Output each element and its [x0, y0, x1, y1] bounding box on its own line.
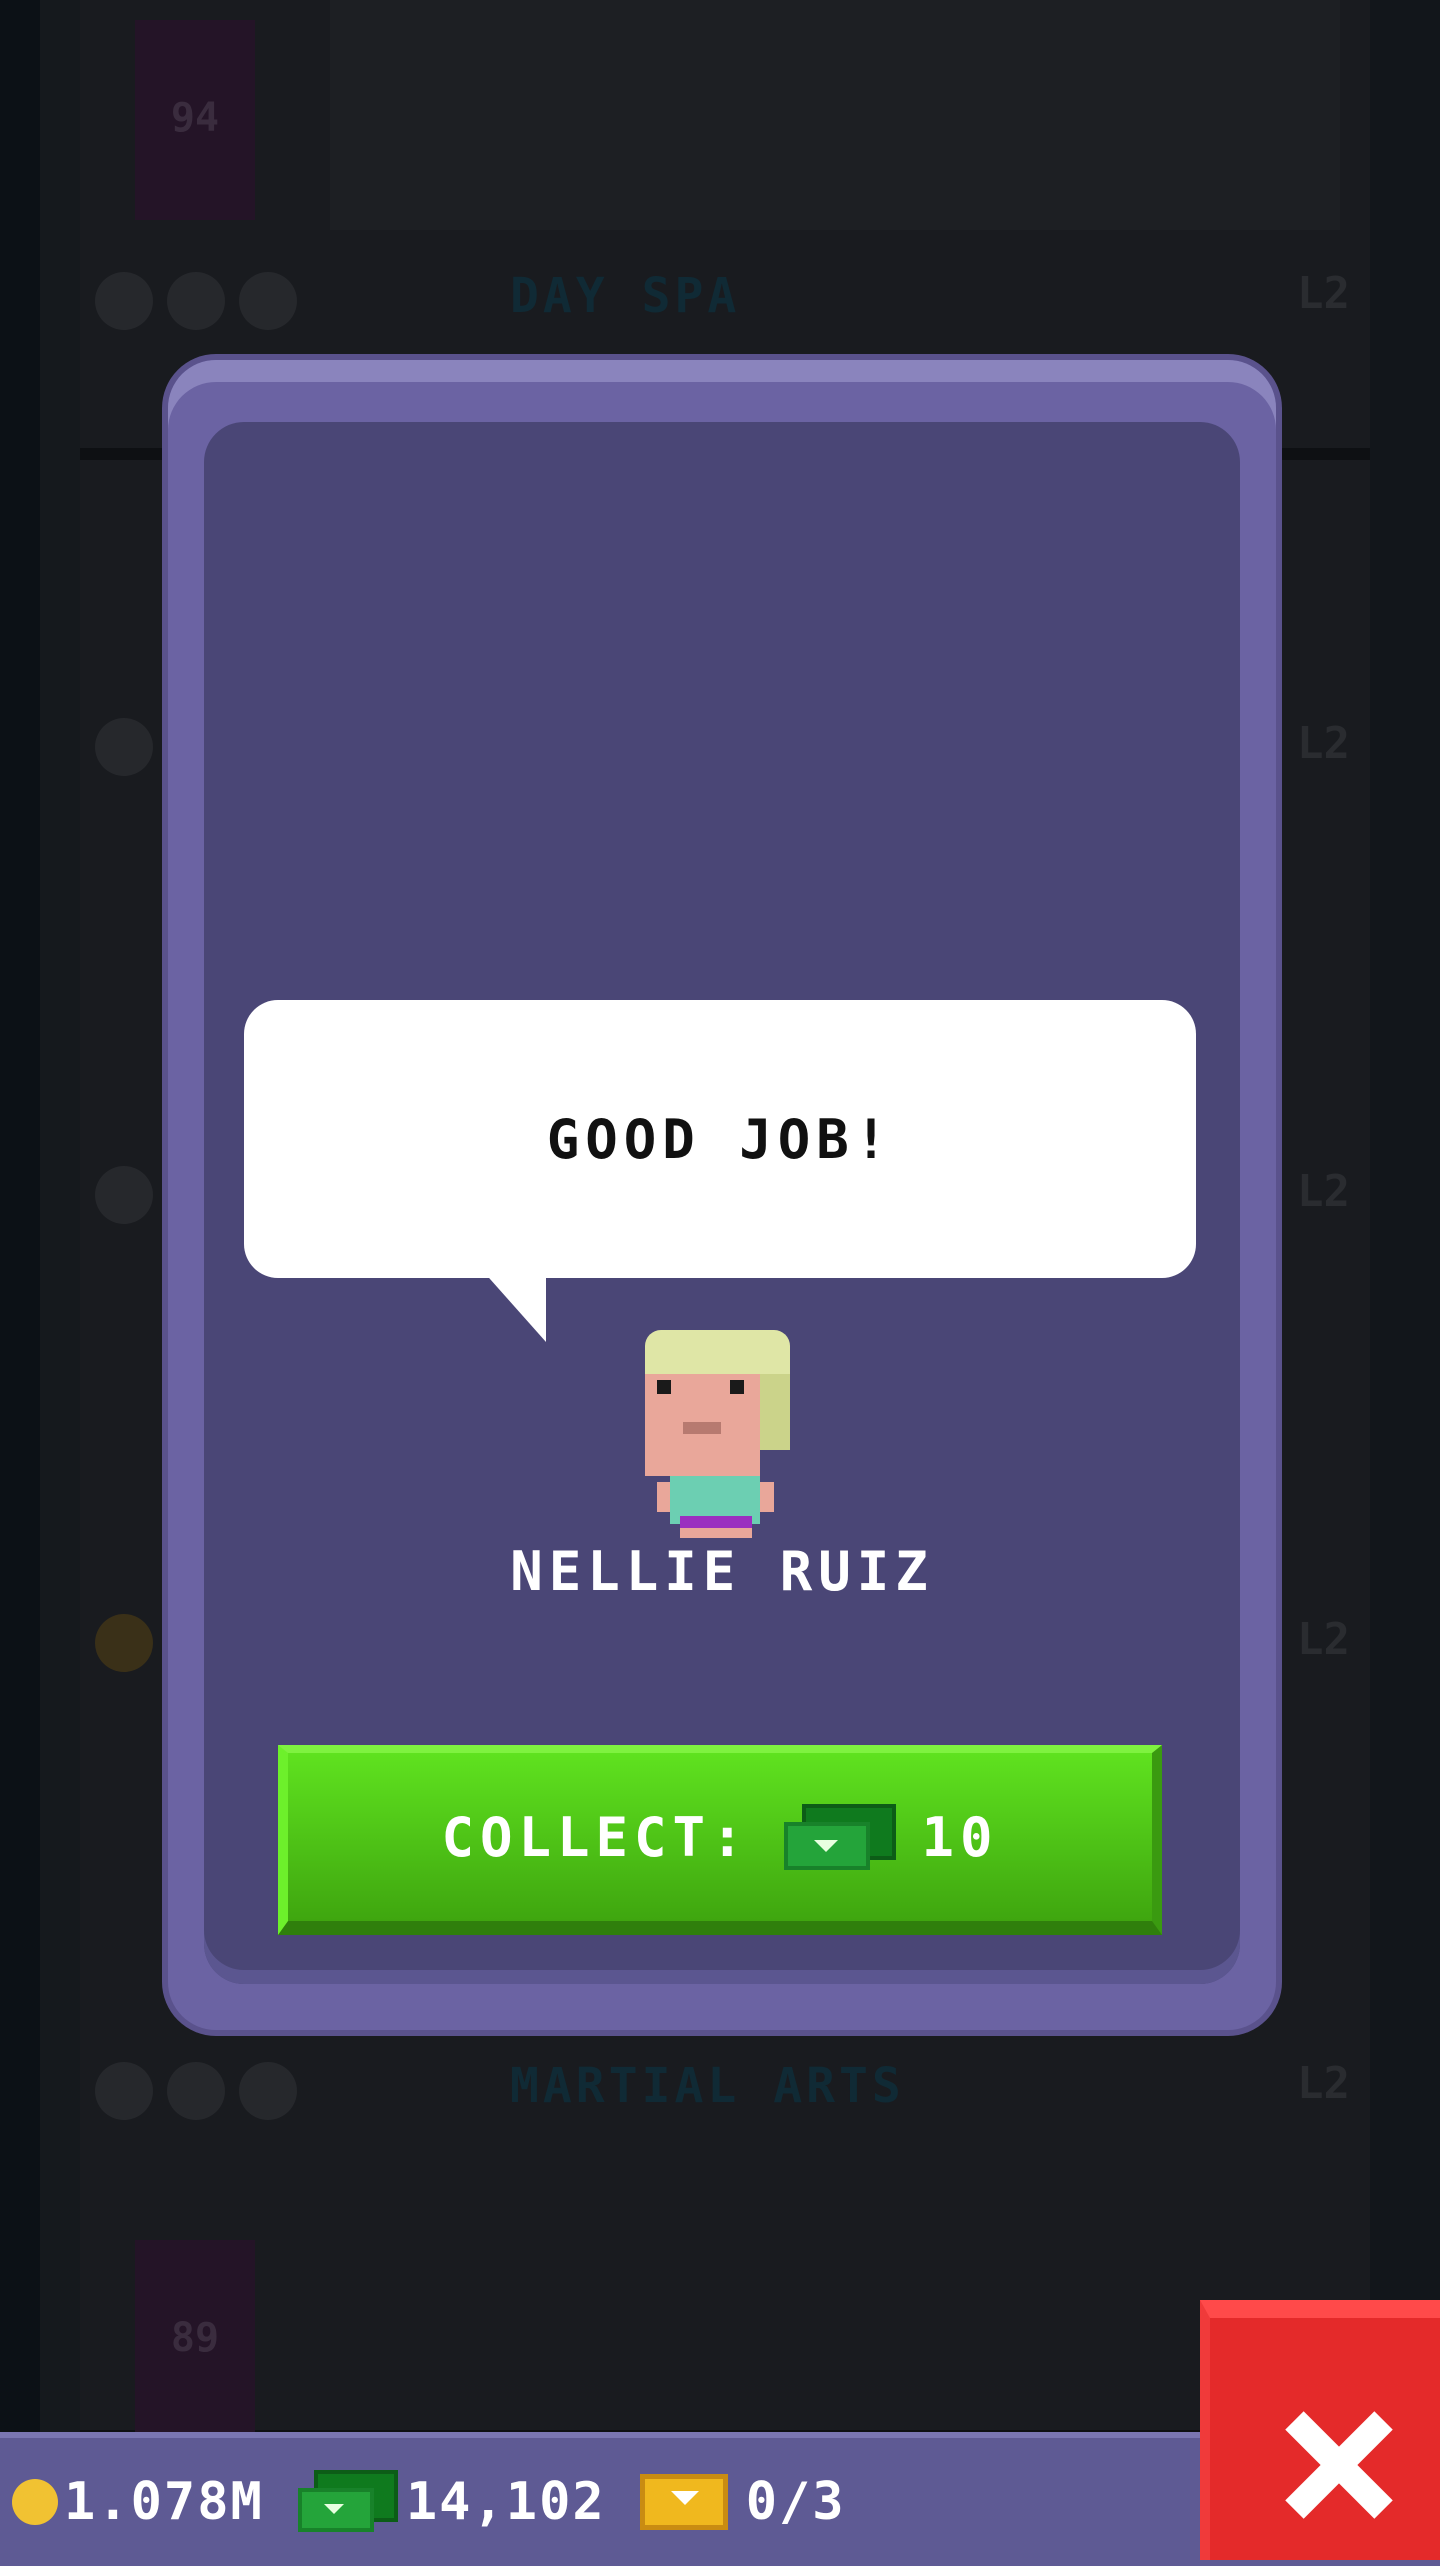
coins-value: 1.078M — [64, 2472, 264, 2532]
floor-stars — [95, 1166, 153, 1224]
star-icon — [167, 2062, 225, 2120]
bux-icon — [783, 1804, 896, 1870]
floor-level: L2 — [1297, 1614, 1350, 1665]
floor-stars — [95, 718, 153, 776]
floor-stars — [95, 272, 297, 330]
floor-level: L2 — [1297, 1166, 1350, 1217]
collect-amount: 10 — [921, 1805, 999, 1869]
collect-button[interactable]: COLLECT: 10 — [278, 1745, 1162, 1935]
floor-name: MARTIAL ARTS — [510, 2058, 905, 2114]
floor-number: 89 — [170, 2315, 220, 2361]
close-icon — [1282, 2410, 1392, 2520]
elevator-shaft — [0, 0, 80, 2560]
star-icon — [167, 272, 225, 330]
bux-icon — [297, 2470, 398, 2534]
coin-icon — [12, 2479, 58, 2525]
coins-stat: 1.078M — [0, 2472, 264, 2532]
star-icon — [95, 272, 153, 330]
speech-text: GOOD JOB! — [546, 1107, 894, 1171]
floor-stars — [95, 1614, 153, 1672]
right-shaft — [1370, 0, 1440, 2560]
bux-stat: 14,102 — [297, 2470, 606, 2534]
floor-room — [330, 0, 1340, 230]
ticket-icon — [639, 2474, 728, 2530]
star-icon — [95, 2062, 153, 2120]
collect-label: COLLECT: — [441, 1805, 750, 1869]
floor-stars — [95, 2062, 297, 2120]
tickets-value: 0/3 — [745, 2472, 846, 2532]
star-icon — [95, 718, 153, 776]
character-name: NELLIE RUIZ — [510, 1540, 934, 1603]
floor: 89 — [80, 2190, 1370, 2442]
star-icon — [239, 272, 297, 330]
star-icon — [95, 1166, 153, 1224]
star-icon — [239, 2062, 297, 2120]
floor-name: DAY SPA — [510, 268, 741, 324]
floor-number: 94 — [170, 95, 220, 141]
bitizen-character — [645, 1330, 795, 1538]
floor-level: L2 — [1297, 718, 1350, 769]
bux-value: 14,102 — [405, 2472, 606, 2532]
speech-bubble-tail — [482, 1270, 546, 1342]
floor-level: L2 — [1297, 2058, 1350, 2109]
close-button[interactable] — [1200, 2300, 1440, 2560]
speech-bubble: GOOD JOB! — [244, 1000, 1196, 1278]
star-icon — [95, 1614, 153, 1672]
floor-level: L2 — [1297, 268, 1350, 319]
tickets-stat: 0/3 — [639, 2472, 846, 2532]
